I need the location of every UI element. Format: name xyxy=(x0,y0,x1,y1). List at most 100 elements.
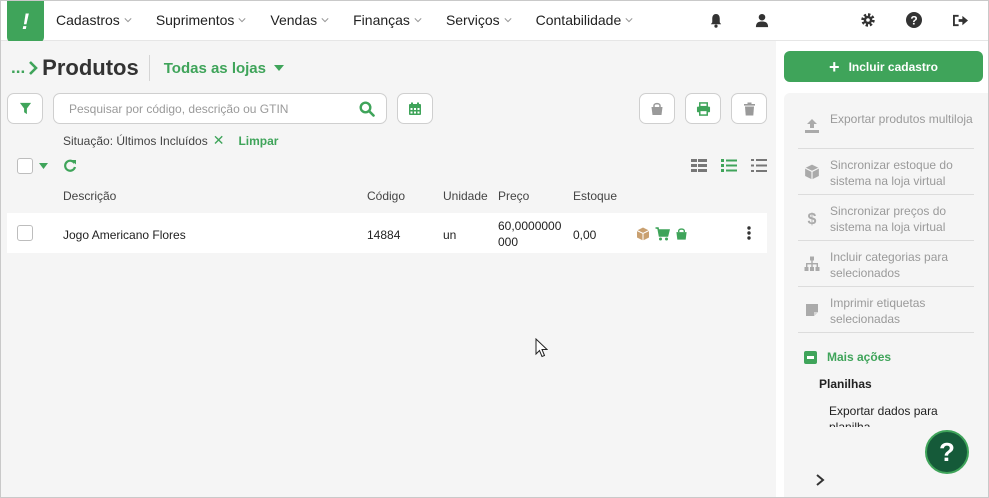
right-sidebar: + Incluir cadastro Exportar produtos mul… xyxy=(776,41,988,497)
help-circle-icon[interactable]: ? xyxy=(905,11,923,29)
collapse-icon xyxy=(804,350,817,364)
logo-glyph: ! xyxy=(21,9,30,34)
sitemap-icon xyxy=(804,256,820,271)
sheets-section-title: Planilhas xyxy=(819,377,872,391)
chevron-down-icon xyxy=(504,18,512,23)
action-sync-stock[interactable]: Sincronizar estoque do sistema na loja v… xyxy=(798,149,974,195)
compact-list-icon[interactable] xyxy=(751,159,767,172)
bulk-select xyxy=(17,158,48,174)
search-box xyxy=(53,93,387,124)
list-view-icon[interactable] xyxy=(721,159,737,172)
chevron-down-icon xyxy=(238,18,246,23)
select-all-checkbox[interactable] xyxy=(17,158,33,174)
menu-vendas[interactable]: Vendas xyxy=(270,12,329,28)
funnel-icon xyxy=(19,102,31,115)
menu-cadastros[interactable]: Cadastros xyxy=(56,12,132,28)
action-label: Incluir categorias para selecionados xyxy=(830,250,949,280)
label-icon xyxy=(806,304,818,316)
action-print-labels[interactable]: Imprimir etiquetas selecionadas xyxy=(798,287,974,333)
column-header-descricao[interactable]: Descrição xyxy=(63,189,116,203)
app-logo[interactable]: ! xyxy=(7,1,44,43)
export-spreadsheet-link[interactable]: Exportar dados para planilha xyxy=(829,403,969,427)
store-filter-dropdown[interactable]: Todas as lojas xyxy=(164,60,284,77)
package-icon xyxy=(636,227,650,241)
calendar-icon xyxy=(409,102,421,115)
breadcrumb[interactable]: ... xyxy=(11,58,39,78)
plus-icon: + xyxy=(829,56,840,77)
chevron-right-icon[interactable] xyxy=(814,473,826,487)
menu-contabilidade[interactable]: Contabilidade xyxy=(536,12,634,28)
search-input[interactable] xyxy=(54,101,344,116)
top-navbar: ! Cadastros Suprimentos Vendas Finanças … xyxy=(1,1,988,43)
chevron-down-icon xyxy=(124,18,132,23)
user-icon[interactable] xyxy=(753,11,771,29)
caret-down-icon[interactable] xyxy=(39,163,48,169)
help-question-icon: ? xyxy=(939,436,955,467)
filter-label: Situação: Últimos Incluídos xyxy=(63,133,208,148)
bell-icon[interactable] xyxy=(707,11,725,29)
action-label: Sincronizar preços do sistema na loja vi… xyxy=(830,204,947,234)
more-actions-toggle[interactable]: Mais ações xyxy=(804,350,891,364)
chevron-down-icon xyxy=(414,18,422,23)
shopping-bag-icon xyxy=(676,228,687,240)
add-record-label: Incluir cadastro xyxy=(848,59,938,74)
action-export-multistore[interactable]: Exportar produtos multiloja xyxy=(798,103,974,149)
refresh-icon[interactable] xyxy=(63,159,77,173)
printer-icon xyxy=(696,101,710,116)
page-header: ... Produtos Todas as lojas xyxy=(11,54,284,82)
menu-financas[interactable]: Finanças xyxy=(353,12,422,28)
cell-preco: 60,0000000 000 xyxy=(498,218,561,250)
mouse-cursor-icon xyxy=(535,338,548,358)
upload-icon xyxy=(805,119,819,133)
action-include-categories[interactable]: Incluir categorias para selecionados xyxy=(798,241,974,287)
cell-unidade: un xyxy=(443,228,457,242)
menu-suprimentos[interactable]: Suprimentos xyxy=(156,12,247,28)
more-actions-label: Mais ações xyxy=(827,350,892,364)
store-filter-label: Todas as lojas xyxy=(163,59,266,77)
logout-icon[interactable] xyxy=(951,11,969,29)
table-row[interactable]: Jogo Americano Flores 14884 un 60,000000… xyxy=(7,213,767,253)
action-label: Imprimir etiquetas selecionadas xyxy=(830,296,926,326)
dollar-icon: $ xyxy=(808,211,817,226)
search-icon[interactable] xyxy=(359,101,375,117)
main-menu: Cadastros Suprimentos Vendas Finanças Se… xyxy=(56,1,657,39)
cart-icon xyxy=(655,227,670,241)
filter-button[interactable] xyxy=(7,93,43,124)
page-title: Produtos xyxy=(42,55,139,80)
clear-filters-link[interactable]: Limpar xyxy=(238,134,278,148)
shopping-bag-icon xyxy=(651,102,663,115)
action-label: Exportar produtos multiloja xyxy=(830,112,973,126)
box-icon xyxy=(804,164,820,180)
column-header-codigo[interactable]: Código xyxy=(367,189,405,203)
gear-icon[interactable] xyxy=(859,11,877,29)
view-mode-toggle xyxy=(691,159,767,172)
price-line-1: 60,0000000 xyxy=(498,219,562,233)
action-label: Sincronizar estoque do sistema na loja v… xyxy=(830,158,953,188)
print-button[interactable] xyxy=(685,93,721,124)
action-sync-prices[interactable]: $ Sincronizar preços do sistema na loja … xyxy=(798,195,974,241)
calendar-button[interactable] xyxy=(397,93,433,124)
add-record-button[interactable]: + Incluir cadastro xyxy=(784,51,983,82)
shop-bag-button[interactable] xyxy=(639,93,675,124)
cell-codigo: 14884 xyxy=(367,228,401,242)
chevron-right-icon xyxy=(29,61,39,75)
menu-servicos[interactable]: Serviços xyxy=(446,12,512,28)
delete-button[interactable] xyxy=(731,93,767,124)
chevron-down-icon xyxy=(625,18,633,23)
caret-down-icon xyxy=(274,65,284,71)
column-header-unidade[interactable]: Unidade xyxy=(443,189,488,203)
row-checkbox[interactable] xyxy=(17,225,33,241)
help-chat-button[interactable]: ? xyxy=(925,430,969,474)
breadcrumb-prefix: ... xyxy=(11,58,26,77)
remove-filter-icon[interactable]: ✕ xyxy=(213,132,225,149)
menu-label: Serviços xyxy=(445,12,500,28)
chevron-down-icon xyxy=(321,18,329,23)
kebab-menu-icon[interactable] xyxy=(747,226,751,240)
main-content: ... Produtos Todas as lojas Situação: Úl… xyxy=(1,41,776,497)
column-header-preco[interactable]: Preço xyxy=(498,189,529,203)
column-header-estoque[interactable]: Estoque xyxy=(573,189,617,203)
menu-label: Vendas xyxy=(270,12,318,28)
table-view-icon[interactable] xyxy=(691,159,707,172)
menu-label: Contabilidade xyxy=(535,12,622,28)
active-filter: Situação: Últimos Incluídos ✕ Limpar xyxy=(63,132,278,149)
